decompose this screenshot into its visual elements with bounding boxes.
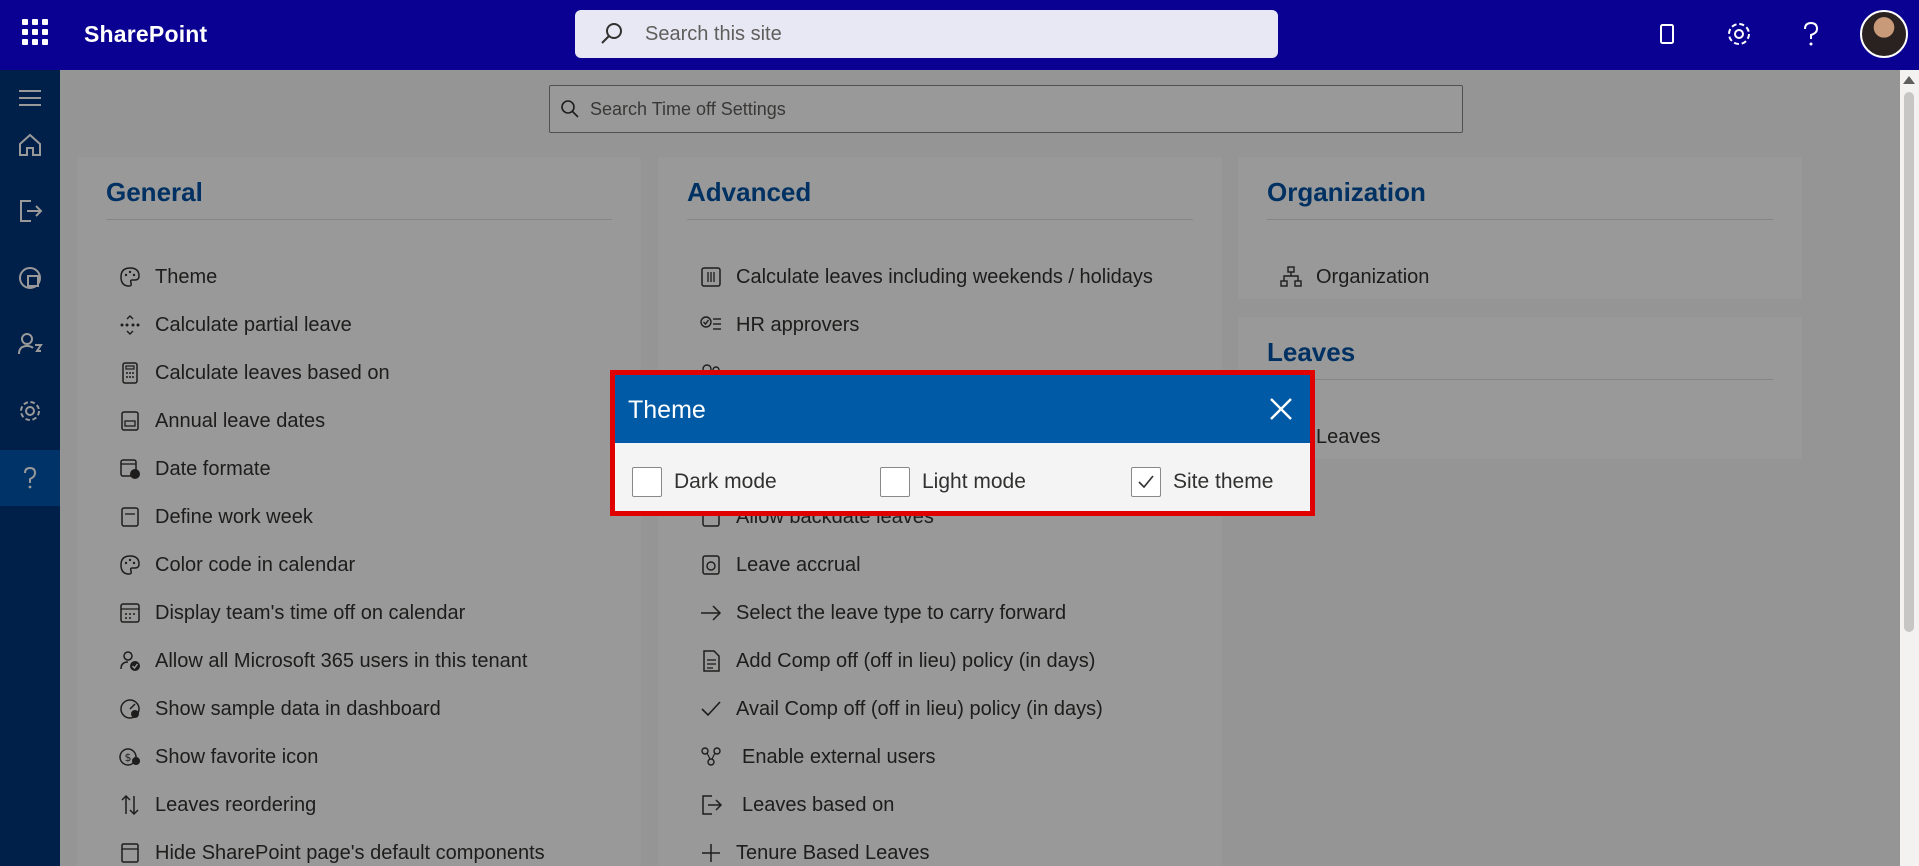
close-icon[interactable] <box>1265 393 1297 425</box>
settings-gear-icon[interactable] <box>1721 16 1757 52</box>
site-theme-checkbox[interactable] <box>1131 467 1161 497</box>
brand-title[interactable]: SharePoint <box>84 21 207 48</box>
mobile-device-icon[interactable] <box>1649 16 1685 52</box>
help-icon[interactable] <box>1793 16 1829 52</box>
site-search-box[interactable] <box>575 10 1278 58</box>
light-mode-option[interactable]: Light mode <box>880 466 1026 498</box>
checkmark-icon <box>1138 475 1154 489</box>
light-mode-checkbox[interactable] <box>880 467 910 497</box>
scrollbar-thumb[interactable] <box>1904 92 1914 632</box>
scroll-up-arrow-icon[interactable] <box>1903 76 1915 84</box>
theme-dialog: Theme Dark mode Light mode Site theme <box>610 370 1315 516</box>
app-launcher-icon[interactable] <box>20 17 50 47</box>
dialog-title: Theme <box>628 396 706 424</box>
option-label: Light mode <box>922 470 1026 493</box>
user-avatar[interactable] <box>1860 10 1908 58</box>
search-icon <box>601 23 622 44</box>
option-label: Dark mode <box>674 470 777 493</box>
dark-mode-option[interactable]: Dark mode <box>632 466 777 498</box>
dark-mode-checkbox[interactable] <box>632 467 662 497</box>
option-label: Site theme <box>1173 470 1274 493</box>
dialog-header: Theme <box>615 375 1310 443</box>
site-search-input[interactable] <box>645 22 1245 46</box>
site-theme-option[interactable]: Site theme <box>1131 466 1273 498</box>
suite-header: SharePoint <box>0 0 1919 70</box>
